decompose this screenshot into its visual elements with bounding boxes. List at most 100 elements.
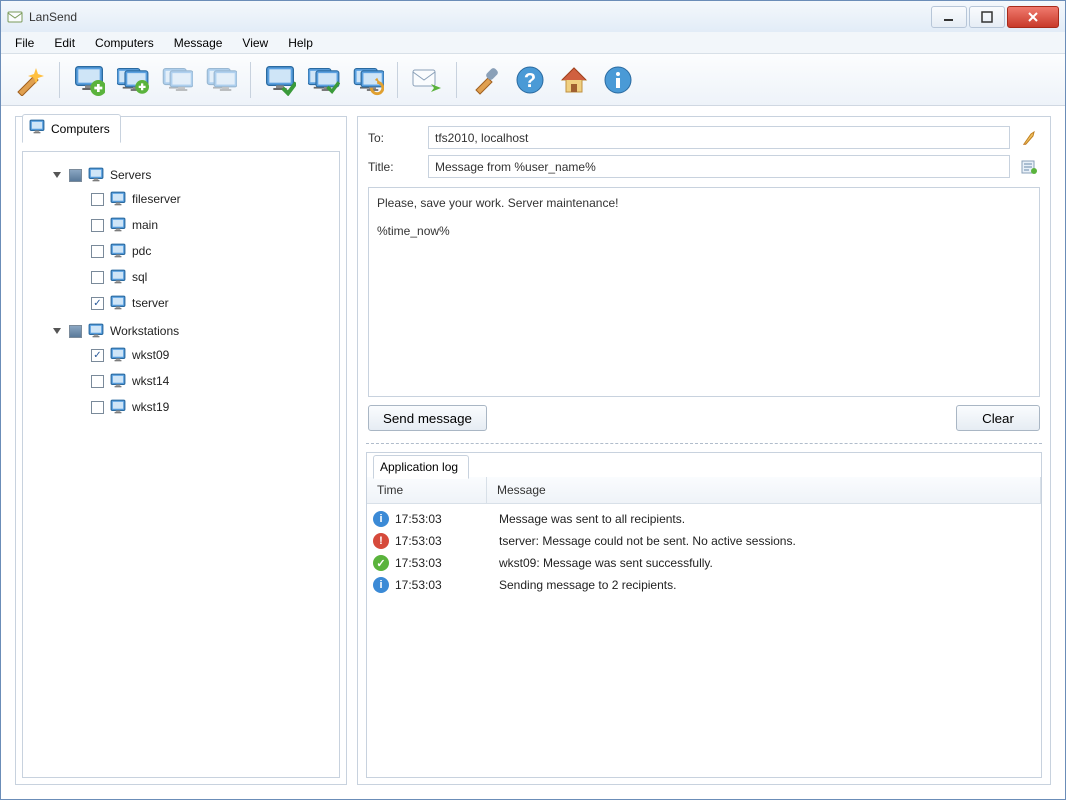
remove-computer-button[interactable] [200, 59, 242, 101]
message-panel: To: tfs2010, localhost Title: Message fr… [357, 116, 1051, 785]
window-title: LanSend [29, 10, 77, 24]
tree-item[interactable]: main [29, 214, 333, 236]
wizard-button[interactable] [9, 59, 51, 101]
log-body: i 17:53:03 Message was sent to all recip… [367, 504, 1041, 777]
item-checkbox[interactable] [91, 271, 104, 284]
item-checkbox[interactable] [91, 245, 104, 258]
log-message: Message was sent to all recipients. [487, 512, 1041, 526]
title-value: Message from %user_name% [435, 160, 596, 174]
clear-to-button[interactable] [1018, 127, 1040, 149]
menu-view[interactable]: View [232, 34, 278, 52]
item-label: fileserver [132, 192, 181, 206]
log-message: tserver: Message could not be sent. No a… [487, 534, 1041, 548]
group-checkbox[interactable] [69, 169, 82, 182]
item-checkbox[interactable]: ✓ [91, 349, 104, 362]
log-col-time[interactable]: Time [367, 477, 487, 503]
toolbar: ? [1, 54, 1065, 106]
log-row[interactable]: ✓ 17:53:03 wkst09: Message was sent succ… [367, 552, 1041, 574]
app-window: LanSend File Edit Computers Message View… [0, 0, 1066, 800]
item-label: wkst09 [132, 348, 169, 362]
titlebar: LanSend [1, 1, 1065, 32]
group-label: Workstations [110, 324, 179, 338]
item-label: wkst14 [132, 374, 169, 388]
separator [59, 62, 60, 98]
tree-item[interactable]: pdc [29, 240, 333, 262]
item-checkbox[interactable] [91, 375, 104, 388]
to-label: To: [368, 131, 420, 145]
tree-item[interactable]: fileserver [29, 188, 333, 210]
content-area: Computers Servers fileserver main pdc [1, 106, 1065, 799]
insert-variable-button[interactable] [1018, 156, 1040, 178]
close-button[interactable] [1007, 6, 1059, 28]
ok-icon: ✓ [373, 555, 389, 571]
item-label: wkst19 [132, 400, 169, 414]
item-checkbox[interactable] [91, 193, 104, 206]
computers-tree: Servers fileserver main pdc sql ✓ tserve… [22, 151, 340, 778]
home-button[interactable] [553, 59, 595, 101]
menu-edit[interactable]: Edit [44, 34, 85, 52]
menubar: File Edit Computers Message View Help [1, 32, 1065, 54]
tree-item[interactable]: wkst19 [29, 396, 333, 418]
send-button[interactable] [406, 59, 448, 101]
help-button[interactable]: ? [509, 59, 551, 101]
menu-help[interactable]: Help [278, 34, 323, 52]
message-body-input[interactable]: Please, save your work. Server maintenan… [368, 187, 1040, 397]
log-time: 17:53:03 [395, 578, 487, 592]
error-icon: ! [373, 533, 389, 549]
log-message: Sending message to 2 recipients. [487, 578, 1041, 592]
add-computer-button[interactable] [68, 59, 110, 101]
deselect-all-button[interactable] [303, 59, 345, 101]
to-input[interactable]: tfs2010, localhost [428, 126, 1010, 149]
minimize-button[interactable] [931, 6, 967, 28]
info-icon: i [373, 511, 389, 527]
add-group-button[interactable] [112, 59, 154, 101]
item-label: tserver [132, 296, 169, 310]
log-tab[interactable]: Application log [373, 455, 469, 479]
divider [366, 443, 1042, 444]
computers-tab-label: Computers [51, 122, 110, 136]
computers-panel: Computers Servers fileserver main pdc [15, 116, 347, 785]
about-button[interactable] [597, 59, 639, 101]
log-header: Time Message [367, 477, 1041, 504]
computers-tab-icon [29, 119, 45, 138]
tree-item[interactable]: ✓ wkst09 [29, 344, 333, 366]
item-checkbox[interactable]: ✓ [91, 297, 104, 310]
clear-button[interactable]: Clear [956, 405, 1040, 431]
item-checkbox[interactable] [91, 401, 104, 414]
tree-item[interactable]: wkst14 [29, 370, 333, 392]
menu-message[interactable]: Message [164, 34, 233, 52]
tree-group[interactable]: Workstations [29, 320, 333, 342]
log-col-message[interactable]: Message [487, 477, 1041, 503]
log-row[interactable]: ! 17:53:03 tserver: Message could not be… [367, 530, 1041, 552]
separator [456, 62, 457, 98]
tree-item[interactable]: sql [29, 266, 333, 288]
menu-file[interactable]: File [5, 34, 44, 52]
computers-tab[interactable]: Computers [22, 114, 121, 143]
send-message-button[interactable]: Send message [368, 405, 487, 431]
log-time: 17:53:03 [395, 512, 487, 526]
app-icon [7, 9, 23, 25]
log-message: wkst09: Message was sent successfully. [487, 556, 1041, 570]
menu-computers[interactable]: Computers [85, 34, 164, 52]
group-label: Servers [110, 168, 151, 182]
expand-icon[interactable] [51, 325, 63, 337]
item-label: main [132, 218, 158, 232]
item-label: pdc [132, 244, 151, 258]
title-label: Title: [368, 160, 420, 174]
log-row[interactable]: i 17:53:03 Message was sent to all recip… [367, 508, 1041, 530]
expand-icon[interactable] [51, 169, 63, 181]
log-time: 17:53:03 [395, 534, 487, 548]
log-time: 17:53:03 [395, 556, 487, 570]
maximize-button[interactable] [969, 6, 1005, 28]
select-all-button[interactable] [259, 59, 301, 101]
log-row[interactable]: i 17:53:03 Sending message to 2 recipien… [367, 574, 1041, 596]
edit-computer-button[interactable] [156, 59, 198, 101]
separator [250, 62, 251, 98]
refresh-button[interactable] [347, 59, 389, 101]
settings-button[interactable] [465, 59, 507, 101]
tree-group[interactable]: Servers [29, 164, 333, 186]
tree-item[interactable]: ✓ tserver [29, 292, 333, 314]
group-checkbox[interactable] [69, 325, 82, 338]
title-input[interactable]: Message from %user_name% [428, 155, 1010, 178]
item-checkbox[interactable] [91, 219, 104, 232]
